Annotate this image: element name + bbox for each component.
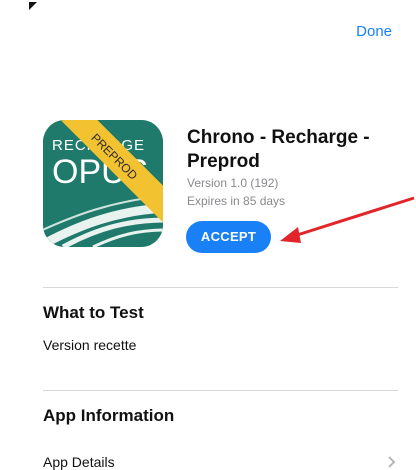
done-button[interactable]: Done [356, 23, 392, 40]
divider [43, 390, 398, 391]
divider [43, 287, 398, 288]
expiry-text: Expires in 85 days [187, 194, 286, 208]
version-text: Version 1.0 (192) [187, 176, 279, 190]
app-details-label: App Details [43, 454, 115, 470]
corner-mark [29, 2, 37, 10]
app-icon: RECHARGE OPUS PREPROD [43, 120, 163, 247]
chevron-right-icon [388, 456, 396, 468]
accept-button[interactable]: ACCEPT [186, 221, 271, 253]
app-information-heading: App Information [43, 406, 175, 425]
what-to-test-heading: What to Test [43, 303, 144, 322]
what-to-test-text: Version recette [43, 337, 137, 353]
red-arrow-annotation [280, 196, 415, 243]
app-title: Chrono - Recharge - Preprod [187, 127, 370, 172]
